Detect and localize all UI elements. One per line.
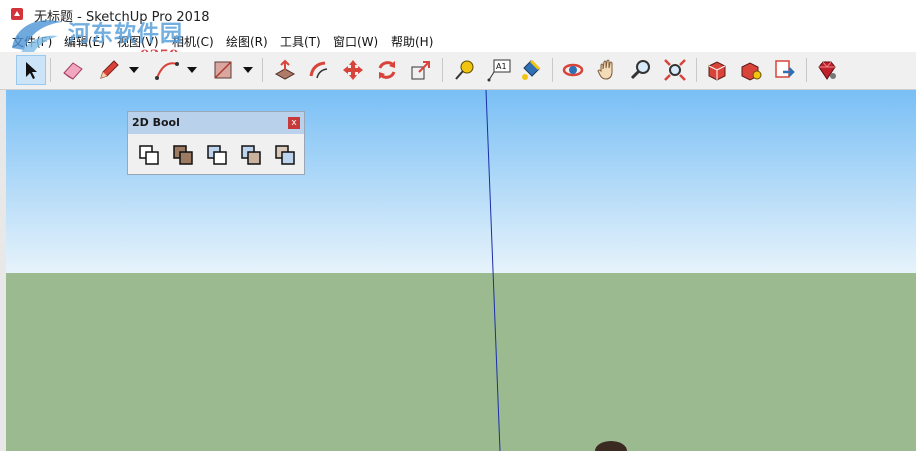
bool-trim-button[interactable] <box>238 142 264 168</box>
extension-warehouse-button[interactable] <box>736 55 766 85</box>
eraser-tool-button[interactable] <box>58 55 88 85</box>
pencil-icon <box>100 60 119 79</box>
hand-icon <box>597 59 613 80</box>
orbit-tool-button[interactable] <box>558 55 588 85</box>
tape-measure-icon <box>455 60 474 80</box>
rectangle-icon <box>214 61 232 79</box>
shapes-tools-dropdown[interactable] <box>242 64 254 76</box>
line-tools-dropdown[interactable] <box>128 64 140 76</box>
arc-tool-button[interactable] <box>152 55 182 85</box>
panel-title: 2D Bool <box>132 116 180 129</box>
warehouse-icon <box>708 61 726 81</box>
chevron-down-icon <box>187 67 197 73</box>
bool-split-button[interactable] <box>272 142 298 168</box>
ruby-gem-icon <box>818 61 836 80</box>
panel-close-button[interactable]: x <box>288 117 300 129</box>
zoom-extents-icon <box>664 59 686 81</box>
offset-tool-button[interactable] <box>304 55 334 85</box>
chevron-down-icon <box>129 67 139 73</box>
2d-bool-panel: 2D Bool x <box>127 111 305 175</box>
push-pull-icon <box>274 59 296 80</box>
arc-icon <box>155 62 179 80</box>
toolbar-separator <box>262 58 263 82</box>
sketchup-app-icon <box>11 8 23 20</box>
chevron-down-icon <box>243 67 253 73</box>
menu-edit[interactable]: 编辑(E) <box>64 33 105 50</box>
split-icon <box>275 145 295 165</box>
orbit-icon <box>562 63 584 77</box>
extension-manager-button[interactable] <box>812 55 842 85</box>
panel-title-bar[interactable]: 2D Bool x <box>128 112 304 134</box>
rotate-tool-button[interactable] <box>372 55 402 85</box>
trim-icon <box>241 145 261 165</box>
push-pull-tool-button[interactable] <box>270 55 300 85</box>
zoom-extents-tool-button[interactable] <box>660 55 690 85</box>
menu-help[interactable]: 帮助(H) <box>391 33 433 50</box>
tape-measure-tool-button[interactable] <box>450 55 480 85</box>
3d-warehouse-button[interactable] <box>702 55 732 85</box>
move-icon <box>343 60 363 80</box>
menu-view[interactable]: 视图(V) <box>117 33 159 50</box>
subtract-icon <box>207 145 227 165</box>
title-bar: 无标题 - SketchUp Pro 2018 <box>0 0 916 30</box>
window-title: 无标题 - SketchUp Pro 2018 <box>34 10 210 25</box>
intersect-icon <box>173 145 193 165</box>
select-tool-button[interactable] <box>16 55 46 85</box>
toolbar-separator <box>806 58 807 82</box>
pan-tool-button[interactable] <box>592 55 622 85</box>
bool-subtract-button[interactable] <box>204 142 230 168</box>
menu-bar: 文件(F) 编辑(E) 视图(V) 相机(C) 绘图(R) 工具(T) 窗口(W… <box>0 30 916 52</box>
union-icon <box>139 145 159 165</box>
zoom-icon <box>630 60 650 80</box>
scale-tool-button[interactable] <box>406 55 436 85</box>
bool-intersect-button[interactable] <box>170 142 196 168</box>
line-tool-button[interactable] <box>94 55 124 85</box>
scale-icon <box>411 61 430 80</box>
send-to-layout-icon <box>775 60 795 78</box>
toolbar-separator <box>696 58 697 82</box>
menu-tools[interactable]: 工具(T) <box>280 33 321 50</box>
offset-icon <box>309 61 328 79</box>
arc-tools-dropdown[interactable] <box>186 64 198 76</box>
eraser-icon <box>63 62 83 80</box>
send-to-layout-button[interactable] <box>770 55 800 85</box>
zoom-tool-button[interactable] <box>626 55 656 85</box>
toolbar-separator <box>50 58 51 82</box>
toolbar-separator <box>552 58 553 82</box>
text-tool-button[interactable]: A1 <box>484 55 514 85</box>
menu-camera[interactable]: 相机(C) <box>172 33 214 50</box>
rotate-icon <box>378 61 396 79</box>
text-label-icon: A1 <box>487 59 511 82</box>
move-tool-button[interactable] <box>338 55 368 85</box>
menu-file[interactable]: 文件(F) <box>12 33 52 50</box>
arrow-cursor-icon <box>26 62 37 79</box>
paint-bucket-tool-button[interactable] <box>516 55 546 85</box>
menu-draw[interactable]: 绘图(R) <box>226 33 268 50</box>
main-toolbar: A1 <box>0 52 916 90</box>
text-icon-label: A1 <box>496 62 507 71</box>
extension-warehouse-icon <box>741 62 762 81</box>
paint-bucket-icon <box>522 59 541 80</box>
bool-union-button[interactable] <box>136 142 162 168</box>
menu-window[interactable]: 窗口(W) <box>333 33 378 50</box>
shapes-tool-button[interactable] <box>208 55 238 85</box>
toolbar-separator <box>442 58 443 82</box>
